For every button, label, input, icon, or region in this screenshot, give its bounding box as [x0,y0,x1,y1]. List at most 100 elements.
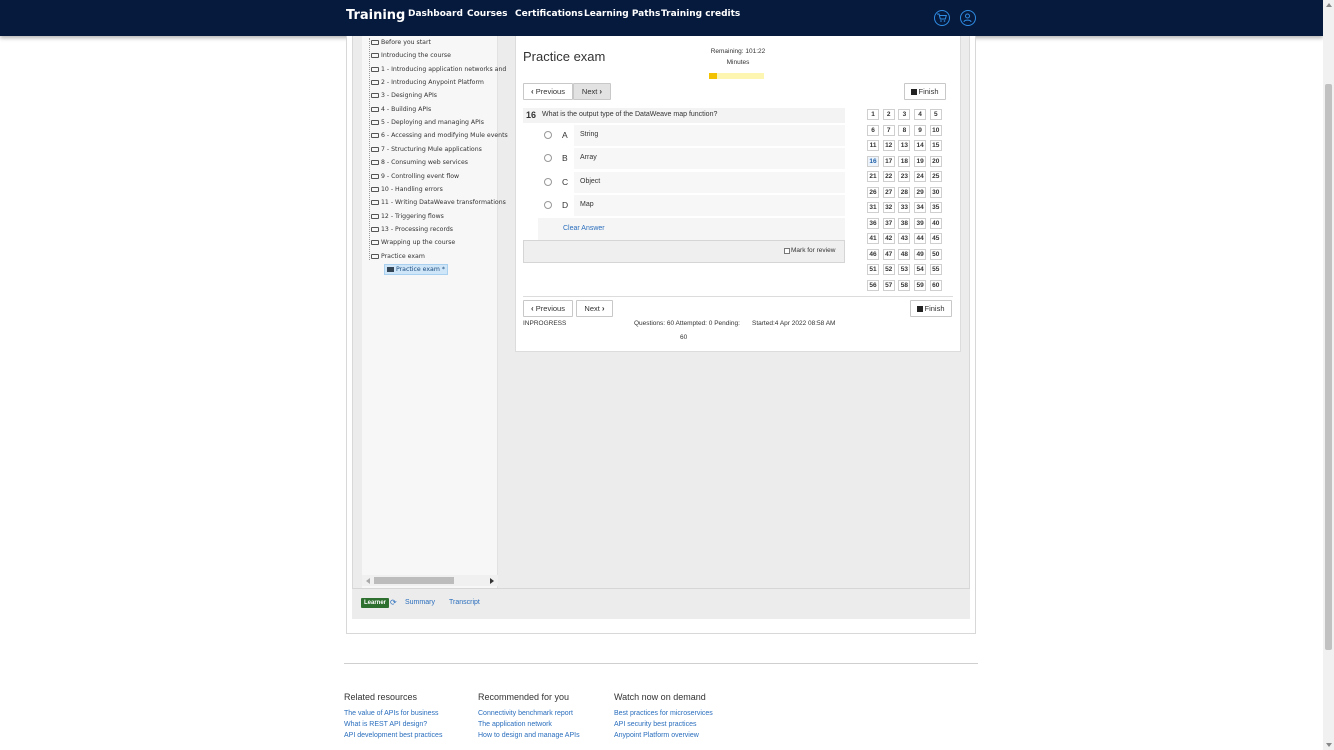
mark-review-checkbox[interactable] [784,248,790,254]
tree-item[interactable]: 13 - Processing records [371,226,453,233]
scroll-down-icon[interactable] [1326,743,1332,747]
question-nav-38[interactable]: 38 [898,217,911,229]
question-nav-59[interactable]: 59 [914,279,927,291]
question-nav-10[interactable]: 10 [929,124,942,136]
user-icon[interactable] [960,10,976,26]
question-nav-12[interactable]: 12 [882,140,895,151]
tree-item[interactable]: 10 - Handling errors [371,186,443,193]
tree-item[interactable]: Introducing the course [371,52,451,59]
question-nav-51[interactable]: 51 [867,264,879,275]
question-nav-16[interactable]: 16 [867,155,879,167]
footer-link[interactable]: The application network [478,721,552,728]
option-radio[interactable] [544,178,552,186]
tree-item[interactable]: 4 - Building APIs [371,106,431,113]
scroll-left-icon[interactable] [366,578,370,584]
brand-logo[interactable]: Training [346,8,405,23]
question-nav-28[interactable]: 28 [898,186,911,198]
question-nav-34[interactable]: 34 [914,202,927,213]
question-nav-42[interactable]: 42 [882,233,895,244]
tree-item[interactable]: 3 - Designing APIs [371,92,437,99]
footer-link[interactable]: What is REST API design? [344,721,427,728]
question-nav-41[interactable]: 41 [867,233,879,244]
finish-button-bottom[interactable]: Finish [910,300,952,317]
question-nav-8[interactable]: 8 [898,124,911,136]
footer-link[interactable]: Connectivity benchmark report [478,710,573,717]
question-nav-4[interactable]: 4 [914,109,927,120]
nav-learning-paths[interactable]: Learning Paths [584,9,660,19]
question-nav-24[interactable]: 24 [914,171,927,182]
option-text[interactable]: Map [580,201,594,208]
question-nav-26[interactable]: 26 [867,186,879,198]
nav-training-credits[interactable]: Training credits [661,9,740,19]
tree-item[interactable]: 12 - Triggering flows [371,213,444,220]
tree-item[interactable]: 5 - Deploying and managing APIs [371,119,484,126]
next-button-bottom[interactable]: Next › [576,300,613,317]
scroll-right-icon[interactable] [490,578,494,584]
question-nav-55[interactable]: 55 [929,264,942,275]
question-nav-35[interactable]: 35 [929,202,942,213]
tree-item[interactable]: 2 - Introducing Anypoint Platform [371,79,484,86]
question-nav-58[interactable]: 58 [898,279,911,291]
question-nav-30[interactable]: 30 [929,186,942,198]
option-radio[interactable] [544,201,552,209]
question-nav-2[interactable]: 2 [882,109,895,120]
tab-transcript[interactable]: Transcript [449,599,480,606]
tree-item[interactable]: Wrapping up the course [371,239,455,246]
next-button-top[interactable]: Next › [573,83,611,100]
tree-item[interactable]: 8 - Consuming web services [371,159,468,166]
footer-link[interactable]: Anypoint Platform overview [614,732,699,739]
question-nav-60[interactable]: 60 [929,279,942,291]
question-nav-1[interactable]: 1 [867,109,879,120]
question-nav-45[interactable]: 45 [929,233,942,244]
finish-button-top[interactable]: Finish [904,83,946,100]
footer-link[interactable]: How to design and manage APIs [478,732,580,739]
nav-courses[interactable]: Courses [467,9,507,19]
option-radio[interactable] [544,131,552,139]
question-nav-46[interactable]: 46 [867,248,879,260]
question-nav-23[interactable]: 23 [898,171,911,182]
question-nav-9[interactable]: 9 [914,124,927,136]
question-nav-17[interactable]: 17 [882,155,895,167]
footer-link[interactable]: API development best practices [344,732,442,739]
question-nav-31[interactable]: 31 [867,202,879,213]
question-nav-52[interactable]: 52 [882,264,895,275]
tree-hscrollbar[interactable] [362,575,498,586]
question-nav-57[interactable]: 57 [882,279,895,291]
question-nav-6[interactable]: 6 [867,124,879,136]
question-nav-40[interactable]: 40 [929,217,942,229]
question-nav-44[interactable]: 44 [914,233,927,244]
question-nav-18[interactable]: 18 [898,155,911,167]
nav-certifications[interactable]: Certifications [515,9,583,19]
refresh-icon[interactable]: ⟳ [390,598,397,607]
question-nav-33[interactable]: 33 [898,202,911,213]
previous-button-bottom[interactable]: ‹ Previous [523,300,573,317]
clear-answer-link[interactable]: Clear Answer [563,225,605,232]
question-nav-50[interactable]: 50 [929,248,942,260]
tree-item[interactable]: 1 - Introducing application networks and [371,66,506,73]
question-nav-15[interactable]: 15 [929,140,942,151]
question-nav-7[interactable]: 7 [882,124,895,136]
option-text[interactable]: Array [580,154,597,161]
option-text[interactable]: String [580,131,598,138]
question-nav-13[interactable]: 13 [898,140,911,151]
question-nav-22[interactable]: 22 [882,171,895,182]
question-nav-27[interactable]: 27 [882,186,895,198]
cart-icon[interactable] [934,10,950,26]
option-radio[interactable] [544,154,552,162]
footer-link[interactable]: Best practices for microservices [614,710,713,717]
question-nav-25[interactable]: 25 [929,171,942,182]
question-nav-32[interactable]: 32 [882,202,895,213]
tree-item[interactable]: Practice exam [371,253,425,260]
footer-link[interactable]: API security best practices [614,721,696,728]
question-nav-36[interactable]: 36 [867,217,879,229]
tab-summary[interactable]: Summary [405,599,435,606]
question-nav-3[interactable]: 3 [898,109,911,120]
tree-item[interactable]: 7 - Structuring Mule applications [371,146,482,153]
page-scrollbar[interactable] [1323,0,1334,750]
question-nav-5[interactable]: 5 [929,109,942,120]
footer-link[interactable]: The value of APIs for business [344,710,439,717]
question-nav-39[interactable]: 39 [914,217,927,229]
question-nav-56[interactable]: 56 [867,279,879,291]
question-nav-21[interactable]: 21 [867,171,879,182]
nav-dashboard[interactable]: Dashboard [408,9,463,19]
